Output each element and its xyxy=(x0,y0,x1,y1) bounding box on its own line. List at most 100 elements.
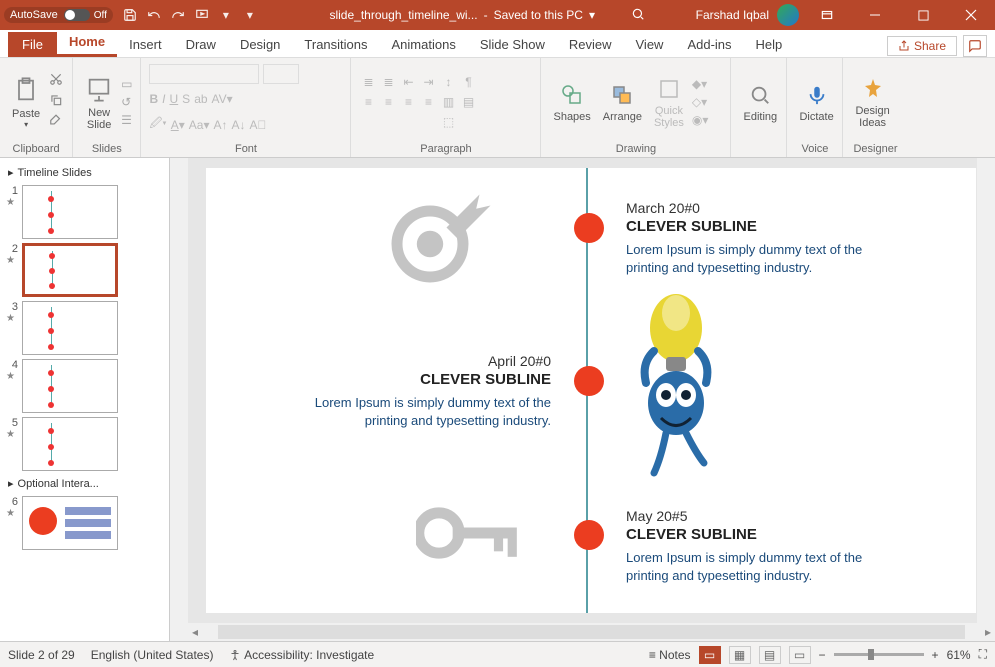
slide-counter[interactable]: Slide 2 of 29 xyxy=(8,648,75,662)
shapes-button[interactable]: Shapes xyxy=(549,79,594,125)
font-size-select[interactable] xyxy=(263,64,299,84)
slide-canvas[interactable]: March 20#0 CLEVER SUBLINE Lorem Ipsum is… xyxy=(206,168,976,613)
minimize-button[interactable] xyxy=(855,0,895,30)
paste-button[interactable]: Paste ▾ xyxy=(8,72,44,131)
slide-thumbnail[interactable] xyxy=(22,243,118,297)
tab-insert[interactable]: Insert xyxy=(117,32,174,57)
thumb-row-5[interactable]: 5★ xyxy=(2,415,167,473)
thumb-row-2[interactable]: 2★ xyxy=(2,241,167,299)
section-header-optional[interactable]: ▸ Optional Intera... xyxy=(2,473,167,494)
slide-thumbnail[interactable] xyxy=(22,417,118,471)
tab-help[interactable]: Help xyxy=(744,32,795,57)
align-right-button[interactable]: ≡ xyxy=(399,93,417,111)
design-ideas-button[interactable]: Design Ideas xyxy=(851,73,893,131)
clear-formatting-button[interactable]: A⃠ xyxy=(250,118,267,132)
slide-thumbnail[interactable] xyxy=(22,185,118,239)
slide-thumbnail[interactable] xyxy=(22,496,118,550)
close-button[interactable] xyxy=(951,0,991,30)
share-button[interactable]: Share xyxy=(887,36,957,56)
slide-thumbnail[interactable] xyxy=(22,301,118,355)
arrange-button[interactable]: Arrange xyxy=(599,79,646,125)
quick-styles-button[interactable]: Quick Styles xyxy=(650,73,688,131)
tab-home[interactable]: Home xyxy=(57,29,117,57)
shrink-font-button[interactable]: A↓ xyxy=(231,118,245,132)
tab-slide-show[interactable]: Slide Show xyxy=(468,32,557,57)
format-painter-icon[interactable] xyxy=(48,114,64,131)
shape-effects-button[interactable]: ◉▾ xyxy=(692,113,709,127)
thumb-row-4[interactable]: 4★ xyxy=(2,357,167,415)
smartart-button[interactable]: ⬚ xyxy=(439,113,457,131)
dictate-button[interactable]: Dictate xyxy=(795,79,837,125)
text-direction-button[interactable]: ¶ xyxy=(459,73,477,91)
avatar[interactable] xyxy=(777,4,799,26)
maximize-button[interactable] xyxy=(903,0,943,30)
columns-button[interactable]: ▥ xyxy=(439,93,457,111)
language-indicator[interactable]: English (United States) xyxy=(91,648,214,662)
undo-icon[interactable] xyxy=(145,6,163,24)
comments-button[interactable] xyxy=(963,35,987,57)
thumb-row-6[interactable]: 6★ xyxy=(2,494,167,552)
decrease-indent-button[interactable]: ⇤ xyxy=(399,73,417,91)
zoom-out-button[interactable]: − xyxy=(819,648,826,662)
shape-outline-button[interactable]: ◇▾ xyxy=(692,95,709,109)
tab-add-ins[interactable]: Add-ins xyxy=(675,32,743,57)
canvas-vertical-scrollbar[interactable] xyxy=(977,158,995,623)
redo-icon[interactable] xyxy=(169,6,187,24)
touch-mode-icon[interactable]: ▾ xyxy=(217,6,235,24)
line-spacing-button[interactable]: ↕ xyxy=(439,73,457,91)
zoom-slider[interactable] xyxy=(834,653,924,656)
layout-icon[interactable]: ▭ xyxy=(121,77,132,91)
underline-button[interactable]: U xyxy=(170,92,179,106)
align-left-button[interactable]: ≡ xyxy=(359,93,377,111)
zoom-in-button[interactable]: + xyxy=(932,648,939,662)
canvas-horizontal-scrollbar[interactable]: ◂ ▸ xyxy=(188,623,995,641)
thumb-row-3[interactable]: 3★ xyxy=(2,299,167,357)
increase-indent-button[interactable]: ⇥ xyxy=(419,73,437,91)
new-slide-button[interactable]: New Slide xyxy=(81,71,117,133)
highlight-button[interactable]: A▾ xyxy=(171,118,185,132)
editing-button[interactable]: Editing xyxy=(739,79,781,125)
align-center-button[interactable]: ≡ xyxy=(379,93,397,111)
align-text-button[interactable]: ▤ xyxy=(459,93,477,111)
shape-fill-button[interactable]: ◆▾ xyxy=(692,77,709,91)
autosave-switch[interactable] xyxy=(64,9,90,21)
tab-view[interactable]: View xyxy=(624,32,676,57)
slide-sorter-view-button[interactable]: ▦ xyxy=(729,646,751,664)
italic-button[interactable]: I xyxy=(162,92,165,106)
tab-draw[interactable]: Draw xyxy=(174,32,228,57)
accessibility-status[interactable]: Accessibility: Investigate xyxy=(229,648,374,662)
section-icon[interactable]: ☰ xyxy=(121,113,132,127)
slideshow-icon[interactable] xyxy=(193,6,211,24)
char-spacing-button[interactable]: AV▾ xyxy=(212,92,233,106)
slideshow-view-button[interactable]: ▭ xyxy=(789,646,811,664)
bold-button[interactable]: B xyxy=(149,92,158,106)
thumbnails-scrollbar[interactable] xyxy=(170,158,188,641)
fit-to-window-button[interactable]: ⛶ xyxy=(979,647,987,662)
strike-button[interactable]: S xyxy=(182,92,190,106)
tab-design[interactable]: Design xyxy=(228,32,292,57)
justify-button[interactable]: ≡ xyxy=(419,93,437,111)
qat-overflow-icon[interactable]: ▾ xyxy=(241,6,259,24)
copy-icon[interactable] xyxy=(48,93,64,110)
thumb-row-1[interactable]: 1★ xyxy=(2,183,167,241)
tab-animations[interactable]: Animations xyxy=(380,32,468,57)
tab-transitions[interactable]: Transitions xyxy=(292,32,379,57)
ribbon-display-options-icon[interactable] xyxy=(807,0,847,30)
reset-icon[interactable]: ↺ xyxy=(121,95,132,109)
section-header-timeline[interactable]: ▸ Timeline Slides xyxy=(2,162,167,183)
tab-review[interactable]: Review xyxy=(557,32,624,57)
numbering-button[interactable]: ≣ xyxy=(379,73,397,91)
font-color-button[interactable]: 🖉▾ xyxy=(149,114,166,135)
shadow-button[interactable]: ab xyxy=(194,92,207,106)
reading-view-button[interactable]: ▤ xyxy=(759,646,781,664)
grow-font-button[interactable]: A↑ xyxy=(213,118,227,132)
notes-button[interactable]: ≡ Notes xyxy=(649,648,691,662)
slide-thumbnail[interactable] xyxy=(22,359,118,413)
search-icon[interactable] xyxy=(631,7,645,24)
font-family-select[interactable] xyxy=(149,64,259,84)
change-case-button[interactable]: Aa▾ xyxy=(189,118,210,132)
zoom-percent[interactable]: 61% xyxy=(947,648,971,662)
scroll-left-icon[interactable]: ◂ xyxy=(188,625,202,639)
bullets-button[interactable]: ≣ xyxy=(359,73,377,91)
file-tab[interactable]: File xyxy=(8,32,57,57)
